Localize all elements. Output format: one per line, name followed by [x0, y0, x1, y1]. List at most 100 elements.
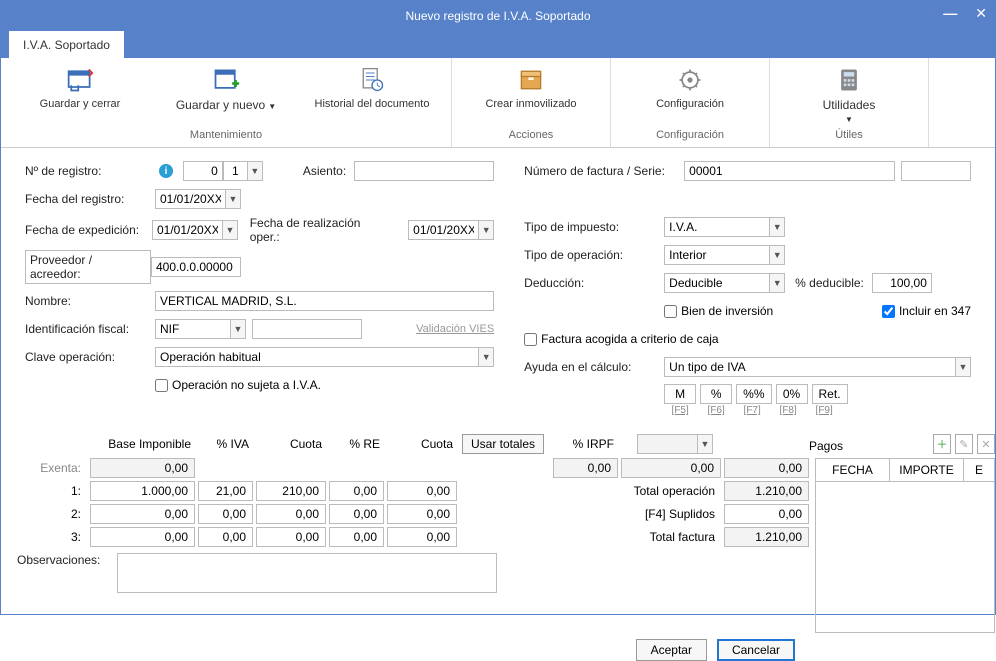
- calc-m-button[interactable]: M: [664, 384, 696, 404]
- minimize-button[interactable]: —: [943, 5, 957, 22]
- guardar-y-cerrar-button[interactable]: Guardar y cerrar: [9, 62, 151, 113]
- criterio-caja-checkbox[interactable]: Factura acogida a criterio de caja: [524, 332, 718, 346]
- observaciones-input[interactable]: [117, 553, 497, 593]
- doc-edit-icon[interactable]: ✎: [955, 434, 973, 454]
- r2-pctiva[interactable]: [198, 504, 253, 524]
- exenta-irpf1: [553, 458, 618, 478]
- num-serie-input[interactable]: [901, 161, 971, 181]
- dropdown-icon[interactable]: ▼: [769, 245, 785, 265]
- r1-pctre[interactable]: [329, 481, 384, 501]
- dropdown-icon[interactable]: ▼: [222, 220, 238, 240]
- total-operacion: [724, 481, 809, 501]
- close-button[interactable]: ✕: [975, 5, 987, 22]
- r2-cuota2[interactable]: [387, 504, 457, 524]
- guardar-y-nuevo-button[interactable]: Guardar y nuevo ▼: [155, 62, 297, 115]
- dropdown-icon[interactable]: ▼: [247, 161, 263, 181]
- r1-cuota1[interactable]: [256, 481, 326, 501]
- doc-new-icon[interactable]: ＋: [933, 434, 951, 454]
- suplidos[interactable]: [724, 504, 809, 524]
- dropdown-icon[interactable]: ▼: [955, 357, 971, 377]
- id-fiscal-tipo-input[interactable]: [155, 319, 230, 339]
- r1-pctiva[interactable]: [198, 481, 253, 501]
- usar-totales-button[interactable]: Usar totales: [462, 434, 544, 454]
- r3-pctre[interactable]: [329, 527, 384, 547]
- proveedor-label[interactable]: Proveedor / acreedor:: [25, 250, 151, 284]
- fecha-realiz-input[interactable]: [408, 220, 478, 240]
- fecha-expedicion-label: Fecha de expedición:: [25, 223, 152, 237]
- r2-pctre[interactable]: [329, 504, 384, 524]
- title-bar: Nuevo registro de I.V.A. Soportado — ✕: [1, 1, 995, 31]
- save-new-icon: [210, 64, 242, 96]
- pct-deducible-input[interactable]: [872, 273, 932, 293]
- table-header: Base Imponible % IVA Cuota % RE Cuota Us…: [17, 434, 809, 454]
- clave-op-input[interactable]: [155, 347, 478, 367]
- calc-ret-button[interactable]: Ret.: [812, 384, 848, 404]
- r2-base[interactable]: [90, 504, 195, 524]
- dropdown-icon[interactable]: ▼: [769, 217, 785, 237]
- configuracion-button[interactable]: Configuración: [619, 62, 761, 113]
- info-icon[interactable]: i: [159, 164, 173, 178]
- incluir-347-checkbox[interactable]: Incluir en 347: [882, 304, 971, 318]
- r3-cuota2[interactable]: [387, 527, 457, 547]
- proveedor-input[interactable]: [151, 257, 241, 277]
- calculator-icon: [833, 64, 865, 96]
- dropdown-icon[interactable]: ▼: [225, 189, 241, 209]
- total-factura: [724, 527, 809, 547]
- aceptar-button[interactable]: Aceptar: [636, 639, 707, 661]
- bien-inversion-checkbox[interactable]: Bien de inversión: [664, 304, 773, 318]
- num-registro-a-input[interactable]: [183, 161, 223, 181]
- clave-op-label: Clave operación:: [25, 350, 155, 364]
- document-history-icon: [356, 64, 388, 96]
- r3-cuota1[interactable]: [256, 527, 326, 547]
- doc-delete-icon[interactable]: ✕: [977, 434, 995, 454]
- exenta-irpf3: [724, 458, 809, 478]
- table-row-3: 3: Total factura: [17, 527, 809, 547]
- tab-iva-soportado[interactable]: I.V.A. Soportado: [9, 31, 124, 58]
- fecha-expedicion-input[interactable]: [152, 220, 222, 240]
- tipo-impuesto-input[interactable]: [664, 217, 769, 237]
- nombre-input[interactable]: [155, 291, 494, 311]
- historial-documento-button[interactable]: Historial del documento: [301, 62, 443, 113]
- fecha-registro-label: Fecha del registro:: [25, 192, 155, 206]
- utilidades-button[interactable]: Utilidades▼: [778, 62, 920, 128]
- ayuda-calculo-input[interactable]: [664, 357, 955, 377]
- crear-inmovilizado-button[interactable]: Crear inmovilizado: [460, 62, 602, 113]
- dropdown-icon[interactable]: ▼: [230, 319, 246, 339]
- irpf-select[interactable]: [637, 434, 697, 454]
- dropdown-icon[interactable]: ▼: [478, 347, 494, 367]
- table-row-exenta: Exenta:: [17, 458, 809, 478]
- box-icon: [515, 64, 547, 96]
- no-sujeta-checkbox[interactable]: Operación no sujeta a I.V.A.: [155, 378, 321, 392]
- fecha-realiz-label: Fecha de realización oper.:: [250, 216, 391, 244]
- tipo-operacion-input[interactable]: [664, 245, 769, 265]
- table-row-1: 1: Total operación: [17, 481, 809, 501]
- id-fiscal-num-input[interactable]: [252, 319, 362, 339]
- num-registro-b-input[interactable]: [223, 161, 247, 181]
- asiento-input[interactable]: [354, 161, 494, 181]
- exenta-irpf2: [621, 458, 721, 478]
- cancelar-button[interactable]: Cancelar: [717, 639, 795, 661]
- r1-cuota2[interactable]: [387, 481, 457, 501]
- pagos-table[interactable]: FECHA IMPORTE E: [815, 458, 995, 633]
- validacion-vies-link[interactable]: Validación VIES: [416, 323, 494, 335]
- calc-pctpct-button[interactable]: %%: [736, 384, 771, 404]
- calc-zero-button[interactable]: 0%: [776, 384, 808, 404]
- dropdown-icon[interactable]: ▼: [478, 220, 494, 240]
- r1-base[interactable]: [90, 481, 195, 501]
- fecha-registro-input[interactable]: [155, 189, 225, 209]
- num-registro-label: Nº de registro:: [25, 164, 155, 178]
- asiento-label: Asiento:: [303, 164, 346, 178]
- deduccion-input[interactable]: [664, 273, 769, 293]
- dropdown-icon[interactable]: ▼: [697, 434, 713, 454]
- r2-cuota1[interactable]: [256, 504, 326, 524]
- dropdown-icon[interactable]: ▼: [769, 273, 785, 293]
- exenta-base: [90, 458, 195, 478]
- pct-deducible-label: % deducible:: [795, 276, 864, 290]
- pagos-title: Pagos: [809, 439, 843, 453]
- deduccion-label: Deducción:: [524, 276, 664, 290]
- num-factura-input[interactable]: [684, 161, 895, 181]
- r3-pctiva[interactable]: [198, 527, 253, 547]
- r3-base[interactable]: [90, 527, 195, 547]
- nombre-label: Nombre:: [25, 294, 155, 308]
- calc-pct-button[interactable]: %: [700, 384, 732, 404]
